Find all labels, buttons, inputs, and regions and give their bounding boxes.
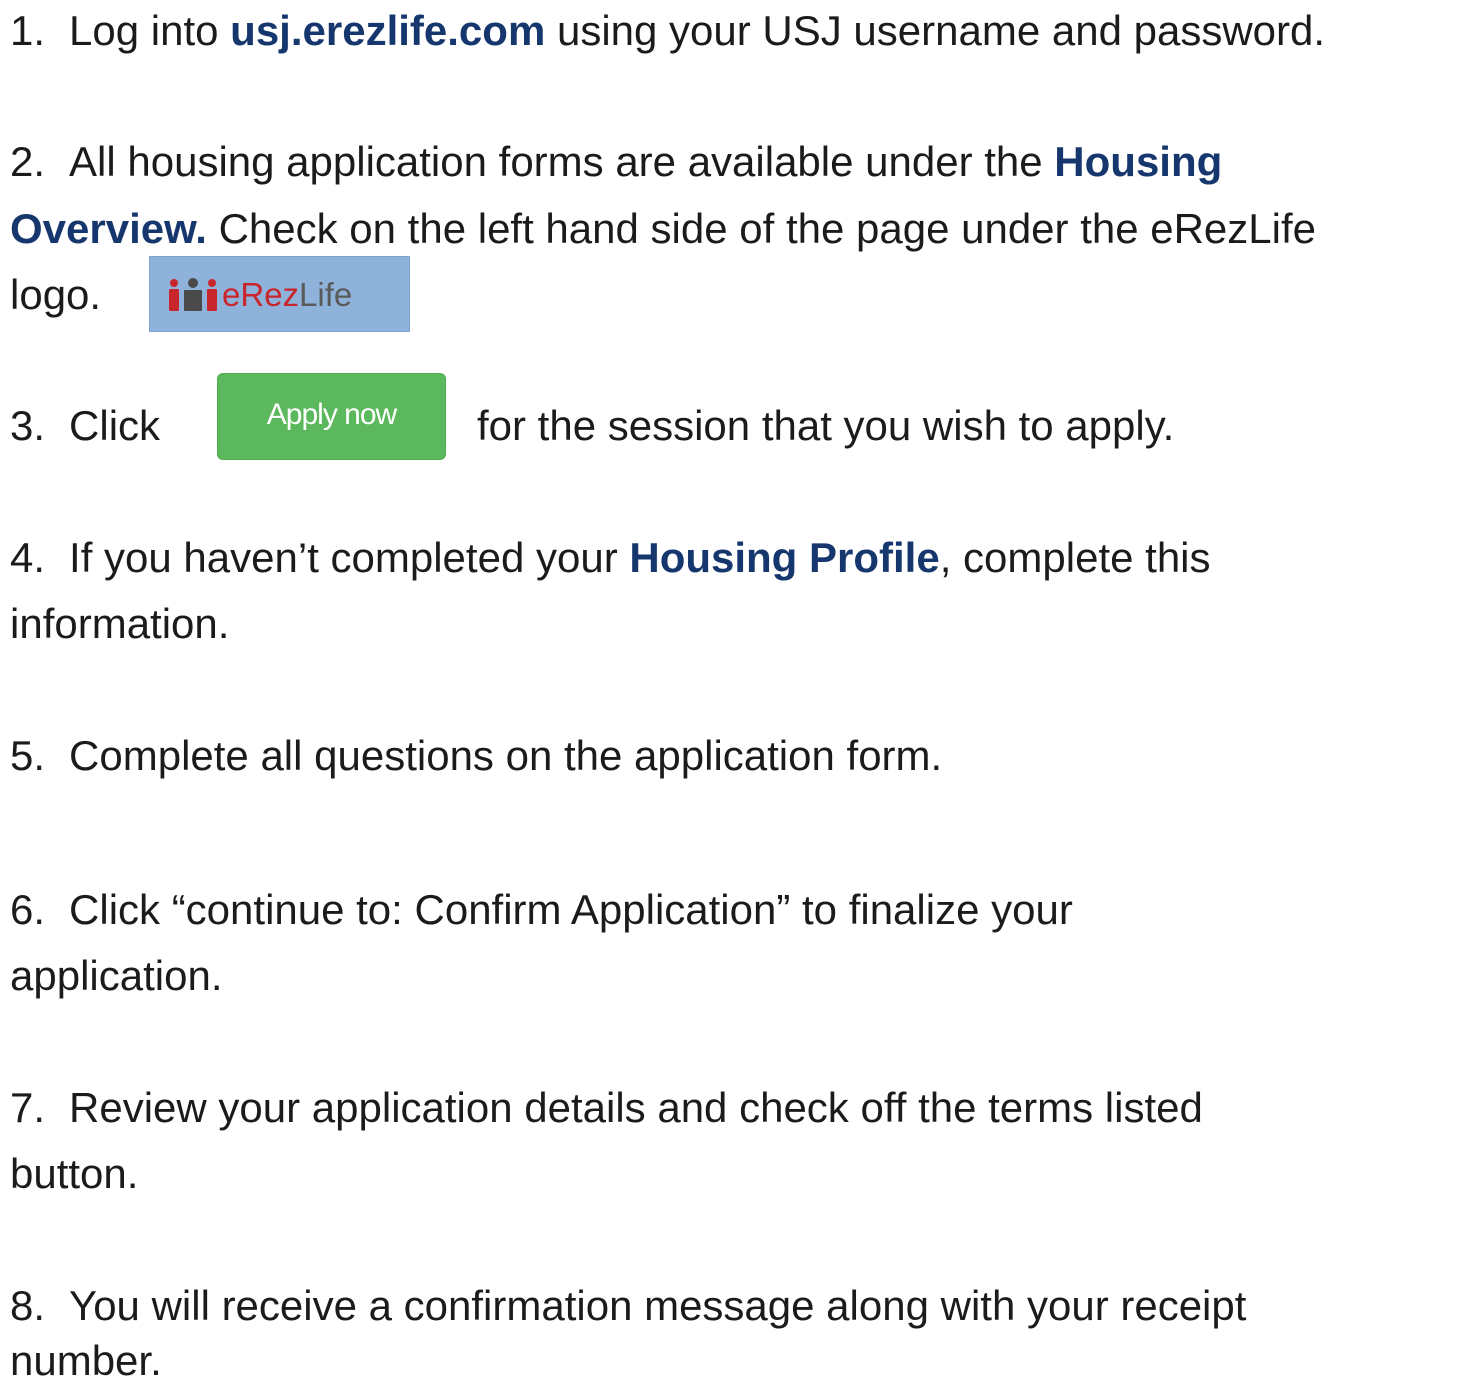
step-7-text: Review your application details and chec… (69, 1084, 1203, 1131)
step-8-text: You will receive a confirmation message … (69, 1282, 1247, 1329)
step-7-text-last: button. (10, 1150, 139, 1197)
step-3-number: 3. (10, 402, 46, 449)
step-5: 5. Complete all questions on the applicat… (10, 731, 942, 781)
step-3: 3. Click (10, 401, 160, 451)
step-2-number: 2. (10, 138, 46, 185)
housing-profile-link[interactable]: Housing Profile (629, 534, 939, 581)
step-2-text-last: logo. (10, 271, 102, 318)
step-1-number: 1. (10, 7, 46, 54)
step-2-text-pre: All housing application forms are availa… (69, 138, 1055, 185)
step-7-line-2: button. (10, 1149, 138, 1199)
step-4-line-2: information. (10, 599, 229, 649)
step-4-number: 4. (10, 534, 46, 581)
step-8-text-last: number. (10, 1337, 162, 1384)
step-7-number: 7. (10, 1084, 46, 1131)
step-7: 7. Review your application details and ch… (10, 1083, 1203, 1133)
step-4-text-pre: If you haven’t completed your (69, 534, 630, 581)
step-2-text-post: Check on the left hand side of the page … (206, 205, 1317, 252)
erezlife-logo-text: eRezLife (222, 276, 353, 313)
step-5-text: Complete all questions on the applicatio… (69, 732, 943, 779)
step-6-text: Click “continue to: Confirm Application”… (69, 886, 1073, 933)
step-1-text-pre: Log into (69, 7, 231, 54)
erezlife-site-link[interactable]: usj.erezlife.com (230, 7, 545, 54)
step-4-text-last: information. (10, 600, 230, 647)
erezlife-logo: eRezLife (149, 256, 410, 332)
step-6-number: 6. (10, 886, 46, 933)
housing-overview-link-part1[interactable]: Housing (1054, 138, 1222, 185)
step-4-text-post: , complete this (939, 534, 1211, 581)
step-8-line-2: number. (10, 1336, 162, 1386)
apply-now-button[interactable]: Apply now (217, 373, 446, 460)
step-1-text-post: using your USJ username and password. (545, 7, 1326, 54)
step-5-number: 5. (10, 732, 46, 779)
step-3-text-pre: Click (69, 402, 161, 449)
step-3-text-post: for the session that you wish to apply. (477, 402, 1175, 449)
step-6-text-last: application. (10, 952, 223, 999)
step-6: 6. Click “continue to: Confirm Applicatio… (10, 885, 1073, 935)
step-4: 4. If you haven’t completed your Housing … (10, 533, 1211, 583)
step-2: 2. All housing application forms are avai… (10, 137, 1222, 187)
step-2-line-2: Overview. Check on the left hand side of… (10, 204, 1316, 254)
step-8: 8. You will receive a confirmation messag… (10, 1281, 1246, 1331)
step-2-line-3: logo. (10, 270, 101, 320)
step-3-line-post: for the session that you wish to apply. (477, 401, 1174, 451)
step-1: 1. Log into usj.erezlife.com using your U… (10, 6, 1325, 56)
step-6-line-2: application. (10, 951, 222, 1001)
step-8-number: 8. (10, 1282, 46, 1329)
erezlife-people-icon (169, 278, 217, 311)
housing-overview-link-part2[interactable]: Overview. (10, 205, 207, 252)
